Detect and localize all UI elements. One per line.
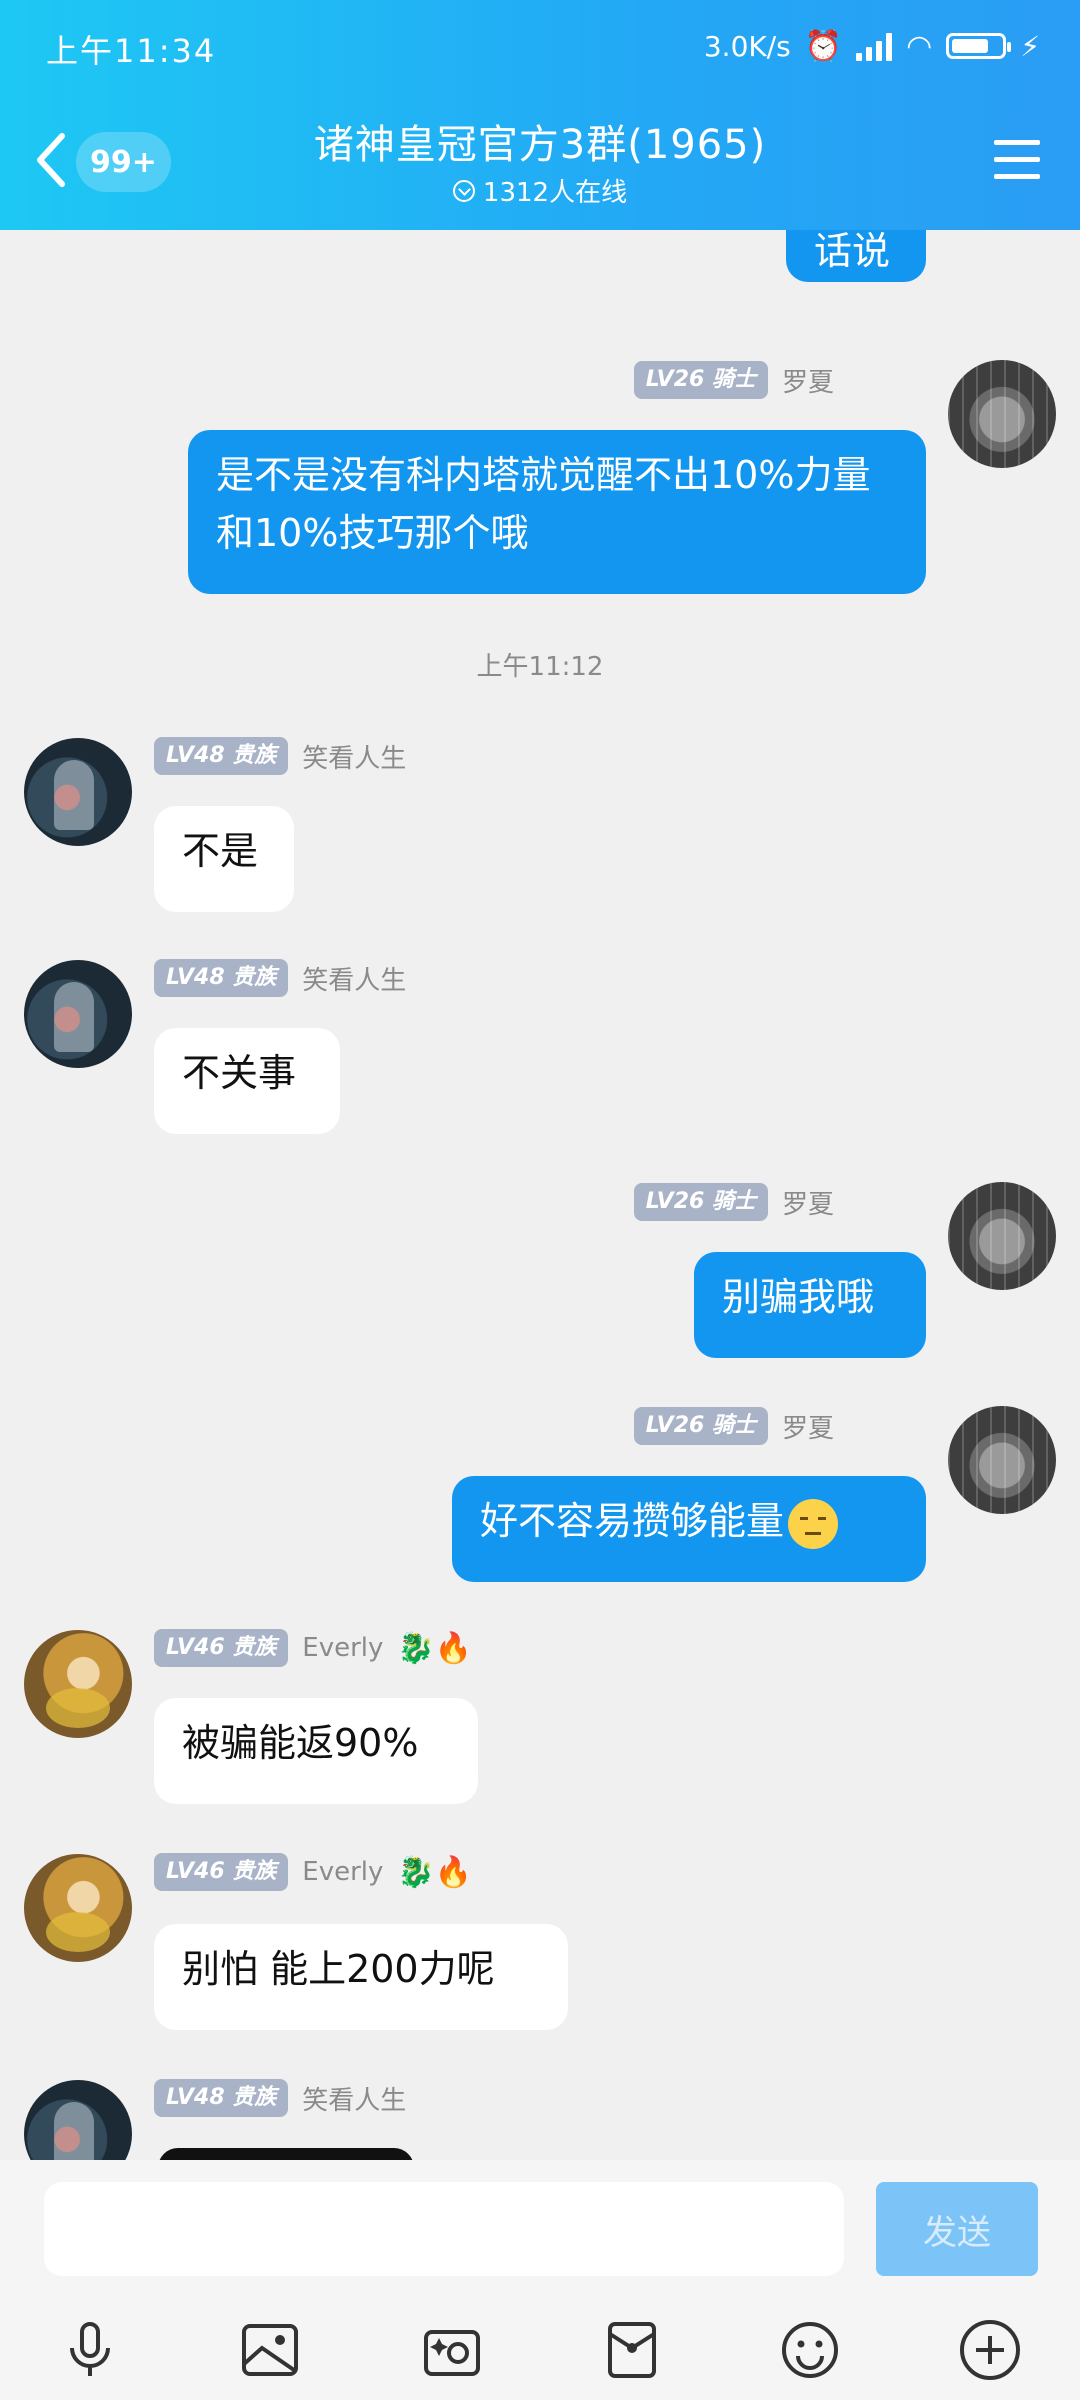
red-packet-icon (608, 2322, 656, 2378)
message-bubble[interactable]: 被骗能返90% (154, 1698, 478, 1804)
image-button[interactable] (230, 2310, 310, 2390)
message-meta: LV26 骑士 罗夏 (633, 1182, 834, 1222)
avatar[interactable] (948, 1182, 1056, 1290)
message-list[interactable]: 话说 LV26 骑士 罗夏 是不是没有科内塔就觉醒不出10%力量和10%技巧那个… (0, 230, 1080, 2160)
emoji-icon (782, 2322, 838, 2378)
avatar[interactable] (948, 360, 1056, 468)
level-badge: LV46 贵族 (154, 1853, 289, 1891)
message-meta: LV46 贵族 Everly 🐉🔥 (154, 1628, 472, 1668)
avatar[interactable] (24, 738, 132, 846)
wifi-icon: ◠ (906, 28, 933, 64)
sender-name[interactable]: Everly (302, 1857, 383, 1887)
message-bubble[interactable]: 别骗我哦 (694, 1252, 926, 1358)
message-meta: LV48 贵族 笑看人生 (154, 958, 406, 998)
image-icon (242, 2324, 298, 2376)
menu-button[interactable] (994, 140, 1040, 180)
plus-button[interactable] (950, 2310, 1030, 2390)
page-title: 诸神皇冠官方3群(1965) (313, 122, 767, 168)
camera-button[interactable] (412, 2310, 492, 2390)
chevron-down-circle-icon (452, 179, 475, 202)
level-badge: LV48 贵族 (154, 2079, 289, 2117)
chat-header: 上午11:34 3.0K/s ⏰ ◠ ⚡ 99+ 诸神皇冠官方3群(1965) … (0, 0, 1080, 230)
level-badge: LV26 骑士 (633, 1407, 768, 1445)
sender-name[interactable]: 罗夏 (782, 1184, 834, 1221)
status-icons: 3.0K/s ⏰ ◠ ⚡ (704, 24, 1040, 68)
emoji-button[interactable] (770, 2310, 850, 2390)
level-badge: LV26 骑士 (633, 1183, 768, 1221)
sender-name[interactable]: 笑看人生 (302, 960, 406, 997)
send-button[interactable]: 发送 (876, 2182, 1038, 2276)
message-text: 好不容易攒够能量 (480, 1499, 785, 1543)
message-meta: LV26 骑士 罗夏 (633, 1406, 834, 1446)
message-bubble[interactable]: 不关事 (154, 1028, 340, 1134)
sender-name[interactable]: Everly (302, 1633, 383, 1663)
avatar[interactable] (24, 1630, 132, 1738)
level-badge: LV26 骑士 (633, 361, 768, 399)
message-input[interactable] (44, 2182, 844, 2276)
hamburger-icon (994, 140, 1040, 145)
signal-icon (856, 31, 893, 61)
toolbar (0, 2310, 1080, 2400)
message-bubble[interactable]: 别怕 能上200力呢 (154, 1924, 568, 2030)
level-badge: LV48 贵族 (154, 959, 289, 997)
online-count[interactable]: 1312人在线 (0, 172, 1080, 209)
unamused-face-icon (788, 1498, 839, 1549)
sender-name[interactable]: 笑看人生 (302, 2080, 406, 2117)
level-badge: LV48 贵族 (154, 737, 289, 775)
alarm-icon: ⏰ (804, 28, 843, 64)
dragon-fire-badge-icon: 🐉🔥 (397, 1630, 473, 1666)
message-bubble[interactable]: 是不是没有科内塔就觉醒不出10%力量和10%技巧那个哦 (188, 430, 926, 594)
status-bar: 上午11:34 3.0K/s ⏰ ◠ ⚡ (0, 0, 1080, 90)
sender-name[interactable]: 笑看人生 (302, 738, 406, 775)
avatar[interactable] (24, 2080, 132, 2160)
time-separator: 上午11:12 (476, 652, 604, 682)
level-badge: LV46 贵族 (154, 1629, 289, 1667)
input-bar: 发送 (0, 2160, 1080, 2400)
avatar[interactable] (24, 1854, 132, 1962)
message-bubble[interactable]: 不是 (154, 806, 294, 912)
charging-icon: ⚡ (1020, 29, 1040, 63)
battery-icon (946, 33, 1012, 59)
message-meta: LV46 贵族 Everly 🐉🔥 (154, 1852, 472, 1892)
status-time: 上午11:34 (46, 32, 217, 70)
plus-icon (960, 2320, 1020, 2380)
sender-name[interactable]: 罗夏 (782, 362, 834, 399)
message-meta: LV26 骑士 罗夏 (633, 360, 834, 400)
dragon-fire-badge-icon: 🐉🔥 (397, 1854, 473, 1890)
red-packet-button[interactable] (592, 2310, 672, 2390)
avatar[interactable] (948, 1406, 1056, 1514)
sender-name[interactable]: 罗夏 (782, 1408, 834, 1445)
message-meta: LV48 贵族 笑看人生 (154, 2078, 406, 2118)
online-count-label: 1312人在线 (482, 178, 628, 208)
message-bubble[interactable]: 话说 (786, 230, 926, 282)
avatar[interactable] (24, 960, 132, 1068)
message-meta: LV48 贵族 笑看人生 (154, 736, 406, 776)
voice-button[interactable] (50, 2310, 130, 2390)
message-bubble[interactable]: 好不容易攒够能量 (452, 1476, 926, 1582)
microphone-icon (70, 2322, 110, 2376)
camera-icon (424, 2330, 480, 2376)
net-speed: 3.0K/s (703, 29, 791, 63)
message-bubble[interactable] (158, 2148, 414, 2160)
